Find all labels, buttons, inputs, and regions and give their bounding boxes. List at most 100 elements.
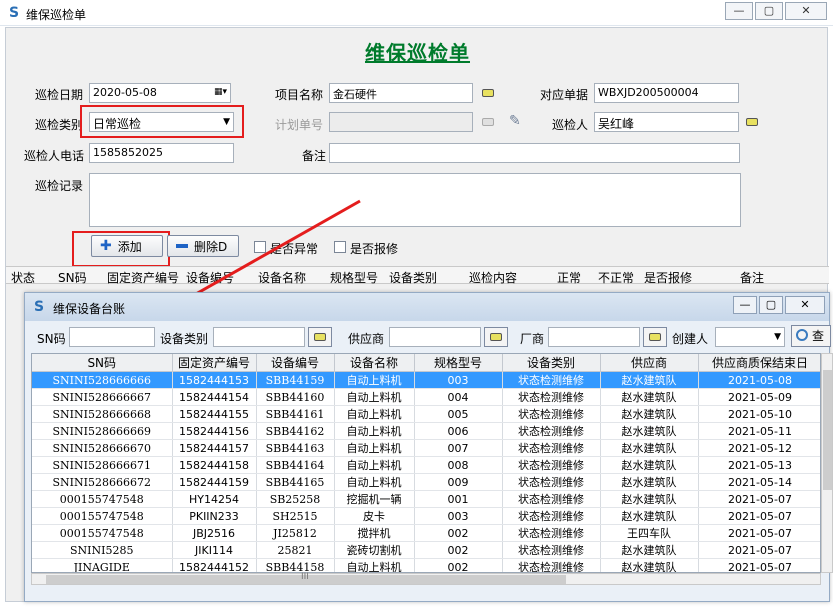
order-field[interactable]: WBXJD200500004: [594, 83, 739, 103]
col-status[interactable]: 状态: [11, 269, 35, 286]
table-cell: SNINI528666670: [32, 439, 173, 457]
table-cell: SBB44158: [256, 558, 335, 572]
table-cell: 1582444153: [172, 371, 257, 389]
table-cell: 自动上料机: [334, 405, 415, 423]
minimize-button[interactable]: —: [725, 2, 753, 20]
col-header[interactable]: 设备名称: [334, 354, 415, 372]
inspector-field[interactable]: 吴红峰: [594, 112, 739, 132]
table-cell: JINAGIDE: [32, 558, 173, 572]
plan-lookup-icon[interactable]: [482, 116, 496, 128]
inspector-lookup-icon[interactable]: [746, 116, 760, 128]
equipment-grid: SN码 固定资产编号 设备编号 设备名称 规格型号 设备类别 供应商 供应商质保结束日 SNI…: [31, 353, 821, 573]
calendar-dropdown-icon[interactable]: ▦▾: [214, 87, 227, 97]
dialog-maximize-button[interactable]: ▢: [759, 296, 783, 314]
project-field[interactable]: 金石硬件: [329, 83, 473, 103]
table-cell: 自动上料机: [334, 439, 415, 457]
filter-creator-select[interactable]: ▼: [715, 327, 785, 347]
form-heading: 维保巡检单: [365, 41, 470, 65]
remark-field[interactable]: [329, 143, 740, 163]
table-row[interactable]: SNINI528666667 1582444154 SBB44160 自动上料机 004…: [32, 388, 820, 406]
filter-vendor-lookup-icon[interactable]: [643, 327, 667, 347]
table-cell: 000155747548: [32, 490, 173, 508]
clear-brush-icon[interactable]: ✎: [509, 113, 521, 129]
equipment-ledger-dialog: S 维保设备台账 — ▢ ✕ SN码 设备类别 供应商 厂商 创建人 ▼ 查 S…: [24, 292, 833, 602]
table-cell: 1582444152: [172, 558, 257, 572]
phone-field[interactable]: 1585852025: [89, 143, 234, 163]
table-cell: 003: [414, 371, 503, 389]
maximize-button[interactable]: ▢: [755, 2, 783, 20]
col-abnormal[interactable]: 不正常: [598, 269, 634, 286]
table-row[interactable]: SNINI528666669 1582444156 SBB44162 自动上料机 006…: [32, 422, 820, 440]
table-row[interactable]: SNINI528666666 1582444153 SBB44159 自动上料机 003…: [32, 371, 820, 389]
abnormal-checkbox[interactable]: [254, 241, 266, 253]
col-normal[interactable]: 正常: [557, 269, 581, 286]
filter-supplier-input[interactable]: [389, 327, 481, 347]
table-row[interactable]: 000155747548 HY14254 SB25258 挖掘机一辆 001 状态检测维修…: [32, 490, 820, 508]
table-row[interactable]: SNINI528666670 1582444157 SBB44163 自动上料机 007…: [32, 439, 820, 457]
col-header[interactable]: 规格型号: [414, 354, 503, 372]
table-row[interactable]: JINAGIDE 1582444152 SBB44158 自动上料机 002 状态检测维修…: [32, 558, 820, 572]
table-cell: 状态检测维修: [502, 507, 601, 525]
filter-type-input[interactable]: [213, 327, 305, 347]
delete-button[interactable]: 删除D: [167, 235, 239, 257]
table-row[interactable]: SNINI528666672 1582444159 SBB44165 自动上料机 009…: [32, 473, 820, 491]
col-asset-no[interactable]: 固定资产编号: [107, 269, 179, 286]
filter-type-lookup-icon[interactable]: [308, 327, 332, 347]
table-cell: SBB44159: [256, 371, 335, 389]
table-cell: PKIIN233: [172, 507, 257, 525]
table-cell: 赵水建筑队: [600, 456, 699, 474]
table-cell: 赵水建筑队: [600, 558, 699, 572]
table-body: SNINI528666666 1582444153 SBB44159 自动上料机 003…: [32, 371, 820, 572]
col-header[interactable]: 固定资产编号: [172, 354, 257, 372]
inspect-date-label: 巡检日期: [35, 88, 84, 102]
inspect-date-field[interactable]: 2020-05-08 ▦▾: [89, 83, 231, 103]
query-button[interactable]: 查: [791, 325, 831, 347]
table-cell: 自动上料机: [334, 473, 415, 491]
col-header[interactable]: 供应商: [600, 354, 699, 372]
dialog-minimize-button[interactable]: —: [733, 296, 757, 314]
category-label: 巡检类别: [35, 118, 84, 132]
col-header[interactable]: 设备编号: [256, 354, 335, 372]
col-report[interactable]: 是否报修: [644, 269, 692, 286]
filter-vendor-label: 厂商: [520, 332, 545, 346]
dialog-close-button[interactable]: ✕: [785, 296, 825, 314]
table-row[interactable]: 000155747548 JBJ2516 JI25812 搅拌机 002 状态检测维修 王四…: [32, 524, 820, 542]
table-cell: 002: [414, 558, 503, 572]
col-header[interactable]: 设备类别: [502, 354, 601, 372]
vertical-scrollbar[interactable]: [821, 353, 833, 573]
close-button[interactable]: ✕: [785, 2, 827, 20]
table-cell: 006: [414, 422, 503, 440]
table-cell: 2021-05-08: [698, 371, 820, 389]
report-checkbox[interactable]: [334, 241, 346, 253]
col-header[interactable]: 供应商质保结束日: [698, 354, 820, 372]
col-content[interactable]: 巡检内容: [469, 269, 517, 286]
chevron-down-icon[interactable]: ▼: [774, 332, 781, 342]
table-cell: SH2515: [256, 507, 335, 525]
col-device-name[interactable]: 设备名称: [258, 269, 306, 286]
col-device-type[interactable]: 设备类别: [389, 269, 437, 286]
col-remark[interactable]: 备注: [740, 269, 764, 286]
table-row[interactable]: SNINI5285 JIKI114 25821 瓷砖切割机 002 状态检测维修 赵水建筑队…: [32, 541, 820, 559]
horizontal-scrollbar[interactable]: III: [31, 572, 821, 585]
table-row[interactable]: SNINI528666671 1582444158 SBB44164 自动上料机 008…: [32, 456, 820, 474]
col-model[interactable]: 规格型号: [330, 269, 378, 286]
table-cell: 1582444156: [172, 422, 257, 440]
category-highlight-box: [80, 105, 244, 138]
col-header[interactable]: SN码: [32, 354, 173, 372]
table-cell: SNINI528666669: [32, 422, 173, 440]
filter-supplier-lookup-icon[interactable]: [484, 327, 508, 347]
table-cell: 赵水建筑队: [600, 490, 699, 508]
abnormal-label: 是否异常: [270, 242, 319, 256]
filter-vendor-input[interactable]: [548, 327, 640, 347]
record-field[interactable]: [89, 173, 741, 227]
plan-field[interactable]: [329, 112, 473, 132]
table-cell: 2021-05-14: [698, 473, 820, 491]
col-device-no[interactable]: 设备编号: [186, 269, 234, 286]
table-cell: 008: [414, 456, 503, 474]
project-lookup-icon[interactable]: [482, 87, 496, 99]
filter-sn-input[interactable]: [69, 327, 155, 347]
col-sn[interactable]: SN码: [58, 269, 87, 286]
table-row[interactable]: 000155747548 PKIIN233 SH2515 皮卡 003 状态检测维修 赵水建…: [32, 507, 820, 525]
table-cell: 搅拌机: [334, 524, 415, 542]
table-row[interactable]: SNINI528666668 1582444155 SBB44161 自动上料机 005…: [32, 405, 820, 423]
